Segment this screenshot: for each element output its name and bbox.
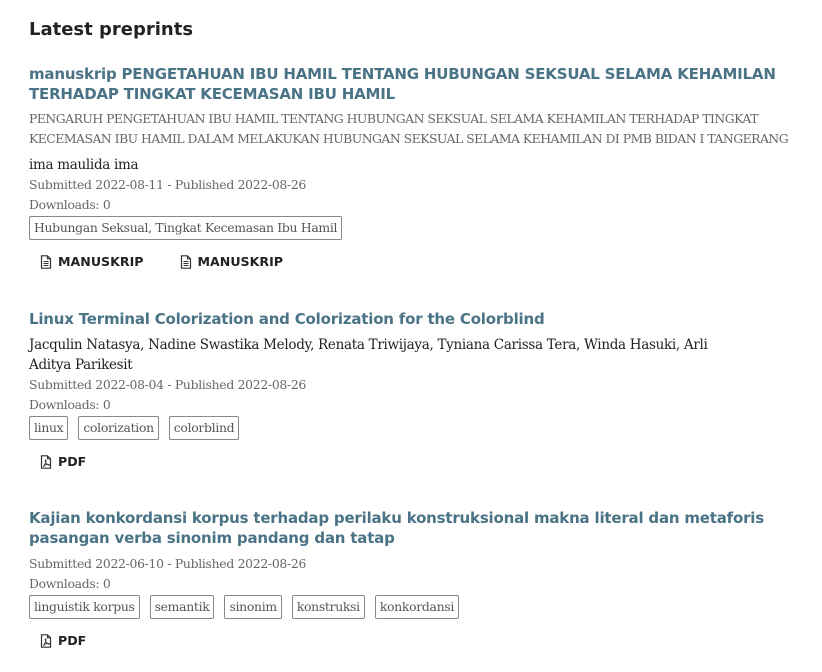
galley-manuskrip-button[interactable]: MANUSKRIP (40, 254, 144, 270)
preprint-downloads: Downloads: 0 (29, 397, 111, 412)
preprint-title-link[interactable]: manuskrip PENGETAHUAN IBU HAMIL TENTANG … (29, 64, 809, 104)
preprint-item: manuskrip PENGETAHUAN IBU HAMIL TENTANG … (29, 64, 809, 270)
preprint-authors: ima maulida ima (29, 157, 139, 173)
keyword-tag[interactable]: sinonim (224, 595, 282, 619)
document-icon (180, 255, 192, 269)
preprint-downloads: Downloads: 0 (29, 197, 111, 212)
authors-line: Aditya Parikesit (29, 357, 133, 373)
preprint-downloads: Downloads: 0 (29, 576, 111, 591)
galley-label: MANUSKRIP (197, 254, 284, 269)
keyword-tag[interactable]: linux (29, 416, 69, 440)
galley-manuskrip-button[interactable]: MANUSKRIP (180, 254, 284, 270)
authors-line: Jacqulin Natasya, Nadine Swastika Melody… (29, 337, 708, 353)
preprint-abstract: PENGARUH PENGETAHUAN IBU HAMIL TENTANG H… (29, 111, 789, 146)
preprint-authors: Jacqulin Natasya, Nadine Swastika Melody… (29, 335, 809, 375)
galley-label: MANUSKRIP (58, 254, 144, 269)
keyword-tag[interactable]: konstruksi (291, 595, 365, 619)
galley-pdf-button[interactable]: PDF (40, 454, 86, 470)
section-title: Latest preprints (29, 19, 194, 40)
pdf-icon (40, 455, 52, 469)
keyword-tag[interactable]: konkordansi (374, 595, 460, 619)
keyword-tags: linguistik korpus semantik sinonim konst… (29, 595, 809, 619)
preprint-item: Linux Terminal Colorization and Coloriza… (29, 309, 809, 470)
galley-label: PDF (58, 633, 87, 648)
preprint-title-link[interactable]: Linux Terminal Colorization and Coloriza… (29, 309, 809, 329)
keyword-tag[interactable]: Hubungan Seksual, Tingkat Kecemasan Ibu … (29, 216, 343, 240)
preprint-dates: Submitted 2022-08-11 - Published 2022-08… (29, 177, 307, 192)
keyword-tag[interactable]: colorization (78, 416, 159, 440)
keyword-tag[interactable]: colorblind (168, 416, 240, 440)
document-icon (40, 255, 52, 269)
keyword-tags: Hubungan Seksual, Tingkat Kecemasan Ibu … (29, 216, 809, 240)
pdf-icon (40, 634, 52, 648)
galley-label: PDF (58, 454, 87, 469)
keyword-tag[interactable]: linguistik korpus (29, 595, 140, 619)
preprint-item: Kajian konkordansi korpus terhadap peril… (29, 508, 809, 649)
preprint-dates: Submitted 2022-08-04 - Published 2022-08… (29, 377, 307, 392)
preprint-dates: Submitted 2022-06-10 - Published 2022-08… (29, 556, 307, 571)
preprint-title-link[interactable]: Kajian konkordansi korpus terhadap peril… (29, 508, 809, 548)
galley-links: PDF (29, 633, 809, 649)
galley-links: MANUSKRIP MANUSKRIP (29, 254, 809, 270)
keyword-tag[interactable]: semantik (149, 595, 215, 619)
galley-links: PDF (29, 454, 809, 470)
galley-pdf-button[interactable]: PDF (40, 633, 86, 649)
keyword-tags: linux colorization colorblind (29, 416, 809, 440)
